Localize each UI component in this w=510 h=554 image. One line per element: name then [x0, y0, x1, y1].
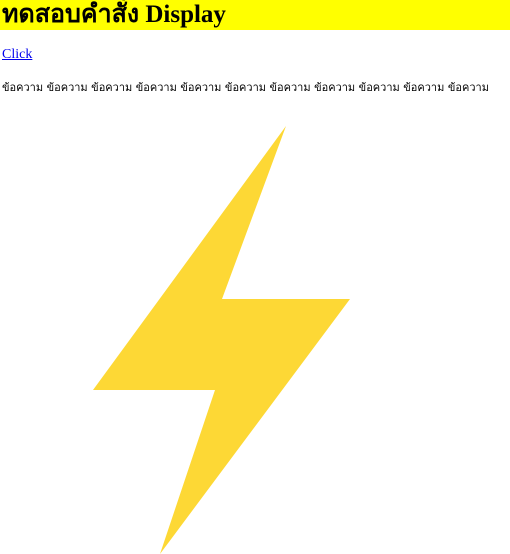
lightning-bolt-shape [93, 126, 350, 554]
click-link[interactable]: Click [2, 47, 32, 63]
page-title: ทดสอบคำสั่ง Display [2, 1, 226, 28]
title-bar: ทดสอบคำสั่ง Display [0, 0, 510, 30]
body-paragraph: ข้อความ ข้อความ ข้อความ ข้อความ ข้อความ … [2, 81, 489, 94]
lightning-bolt-icon [93, 126, 350, 554]
